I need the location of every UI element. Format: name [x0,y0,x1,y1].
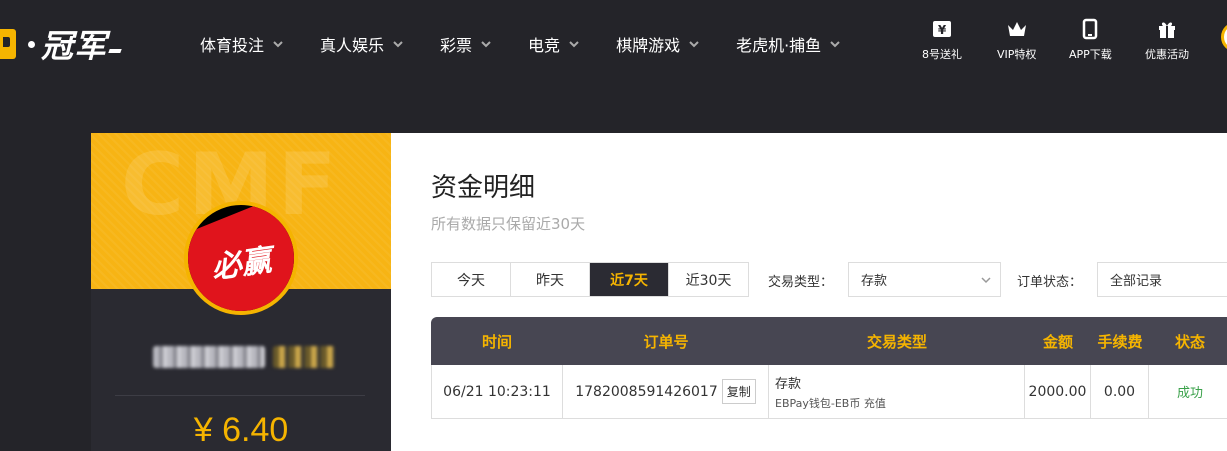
quick-link-app-download[interactable]: APP下载 [1069,18,1112,62]
phone-icon [1083,18,1098,40]
status-badge: 成功 [1176,386,1203,401]
nav-item-live-casino[interactable]: 真人娱乐 [320,32,404,56]
brand-name: 冠军 [41,27,108,65]
cell-status: 成功 [1149,365,1227,418]
quick-link-promotions[interactable]: 优惠活动 [1145,18,1189,62]
fund-details-panel: 资金明细 所有数据只保留近30天 今天 昨天 近7天 近30天 交易类型： 存款… [391,133,1227,451]
avatar[interactable]: 必赢 [184,201,298,315]
page-subtitle: 所有数据只保留近30天 [431,215,586,233]
chevron-down-icon [273,41,283,48]
date-range-tabs: 今天 昨天 近7天 近30天 [431,262,749,297]
range-30-days-button[interactable]: 近30天 [669,263,748,296]
transactions-table: 时间 订单号 交易类型 金额 手续费 状态 06/21 10:23:11 178… [431,317,1227,419]
nav-label: 体育投注 [200,36,265,55]
chevron-down-icon [569,41,579,48]
chevron-down-icon [689,41,699,48]
logo-dot [28,40,35,48]
quick-link-label: VIP特权 [997,48,1037,61]
cell-amount: 2000.00 [1025,365,1091,418]
account-balance: ¥ 6.40 [193,411,289,449]
order-status-select[interactable]: 全部记录 [1097,262,1227,297]
table-header: 时间 订单号 交易类型 金额 手续费 状态 [431,317,1227,365]
nav-item-card-games[interactable]: 棋牌游戏 [616,32,700,56]
transaction-type-label: 交易类型： [768,275,834,290]
nav-item-sports[interactable]: 体育投注 [200,32,284,56]
logo-mark [0,29,16,59]
nav-label: 真人娱乐 [320,36,385,55]
order-number: 1782008591426017 [575,383,718,400]
profile-card: CMF 必赢 ¥ 6.40 [91,133,391,451]
nav-label: 老虎机·捕鱼 [736,36,822,55]
cell-fee: 0.00 [1091,365,1149,418]
chevron-down-icon [981,277,991,284]
chevron-down-icon [393,41,403,48]
nav-label: 电竞 [528,36,561,55]
svg-text:¥: ¥ [938,23,947,37]
order-status-value: 全部记录 [1110,274,1163,289]
top-navigation-bar: 冠军 体育投注 真人娱乐 彩票 电竞 棋牌游戏 老虎机·捕鱼 ¥ 8号送礼 VI… [0,0,1227,88]
header-type: 交易类型 [866,332,927,351]
vip-badge-redacted [273,346,335,368]
quick-link-gift-ticket[interactable]: ¥ 8号送礼 [922,18,962,62]
quick-link-label: 优惠活动 [1145,48,1189,61]
quick-link-vip[interactable]: VIP特权 [997,18,1036,62]
quick-link-label: 8号送礼 [922,48,962,61]
nav-item-slots-fishing[interactable]: 老虎机·捕鱼 [736,32,841,56]
gift-ticket-icon: ¥ [933,21,951,37]
chevron-down-icon [481,41,491,48]
copy-order-button[interactable]: 复制 [721,379,756,404]
range-today-button[interactable]: 今天 [432,263,511,296]
transaction-type-value: 存款 [861,274,888,289]
range-yesterday-button[interactable]: 昨天 [511,263,590,296]
header-time: 时间 [481,332,512,351]
header-order-no: 订单号 [643,332,689,351]
type-detail: EBPay钱包-EB币 充值 [775,396,886,410]
cell-order-no: 1782008591426017 复制 [563,365,769,418]
user-avatar-button[interactable] [1221,22,1227,52]
type-main: 存款 [775,376,802,392]
cell-time: 06/21 10:23:11 [432,365,563,418]
main-nav: 体育投注 真人娱乐 彩票 电竞 棋牌游戏 老虎机·捕鱼 [200,0,877,88]
cell-type: 存款 EBPay钱包-EB币 充值 [769,365,1025,418]
logo-tail [108,49,122,53]
gift-box-icon [1159,22,1175,38]
range-7-days-button[interactable]: 近7天 [590,263,669,296]
order-status-label: 订单状态： [1017,275,1083,290]
page-title: 资金明细 [431,173,536,203]
profile-divider [115,395,365,396]
nav-label: 棋牌游戏 [616,36,681,55]
crown-icon [1007,22,1026,36]
header-amount: 金额 [1042,332,1073,351]
nav-item-lottery[interactable]: 彩票 [440,32,492,56]
brand-logo[interactable]: 冠军 [0,24,122,65]
username-redacted [153,346,265,368]
nav-item-esports[interactable]: 电竞 [528,32,580,56]
header-status: 状态 [1174,332,1205,351]
table-row: 06/21 10:23:11 1782008591426017 复制 存款 EB… [431,365,1227,419]
quick-link-label: APP下载 [1069,48,1112,61]
transaction-type-select[interactable]: 存款 [848,262,1001,297]
chevron-down-icon [830,41,840,48]
nav-label: 彩票 [440,36,473,55]
header-fee: 手续费 [1097,332,1143,351]
